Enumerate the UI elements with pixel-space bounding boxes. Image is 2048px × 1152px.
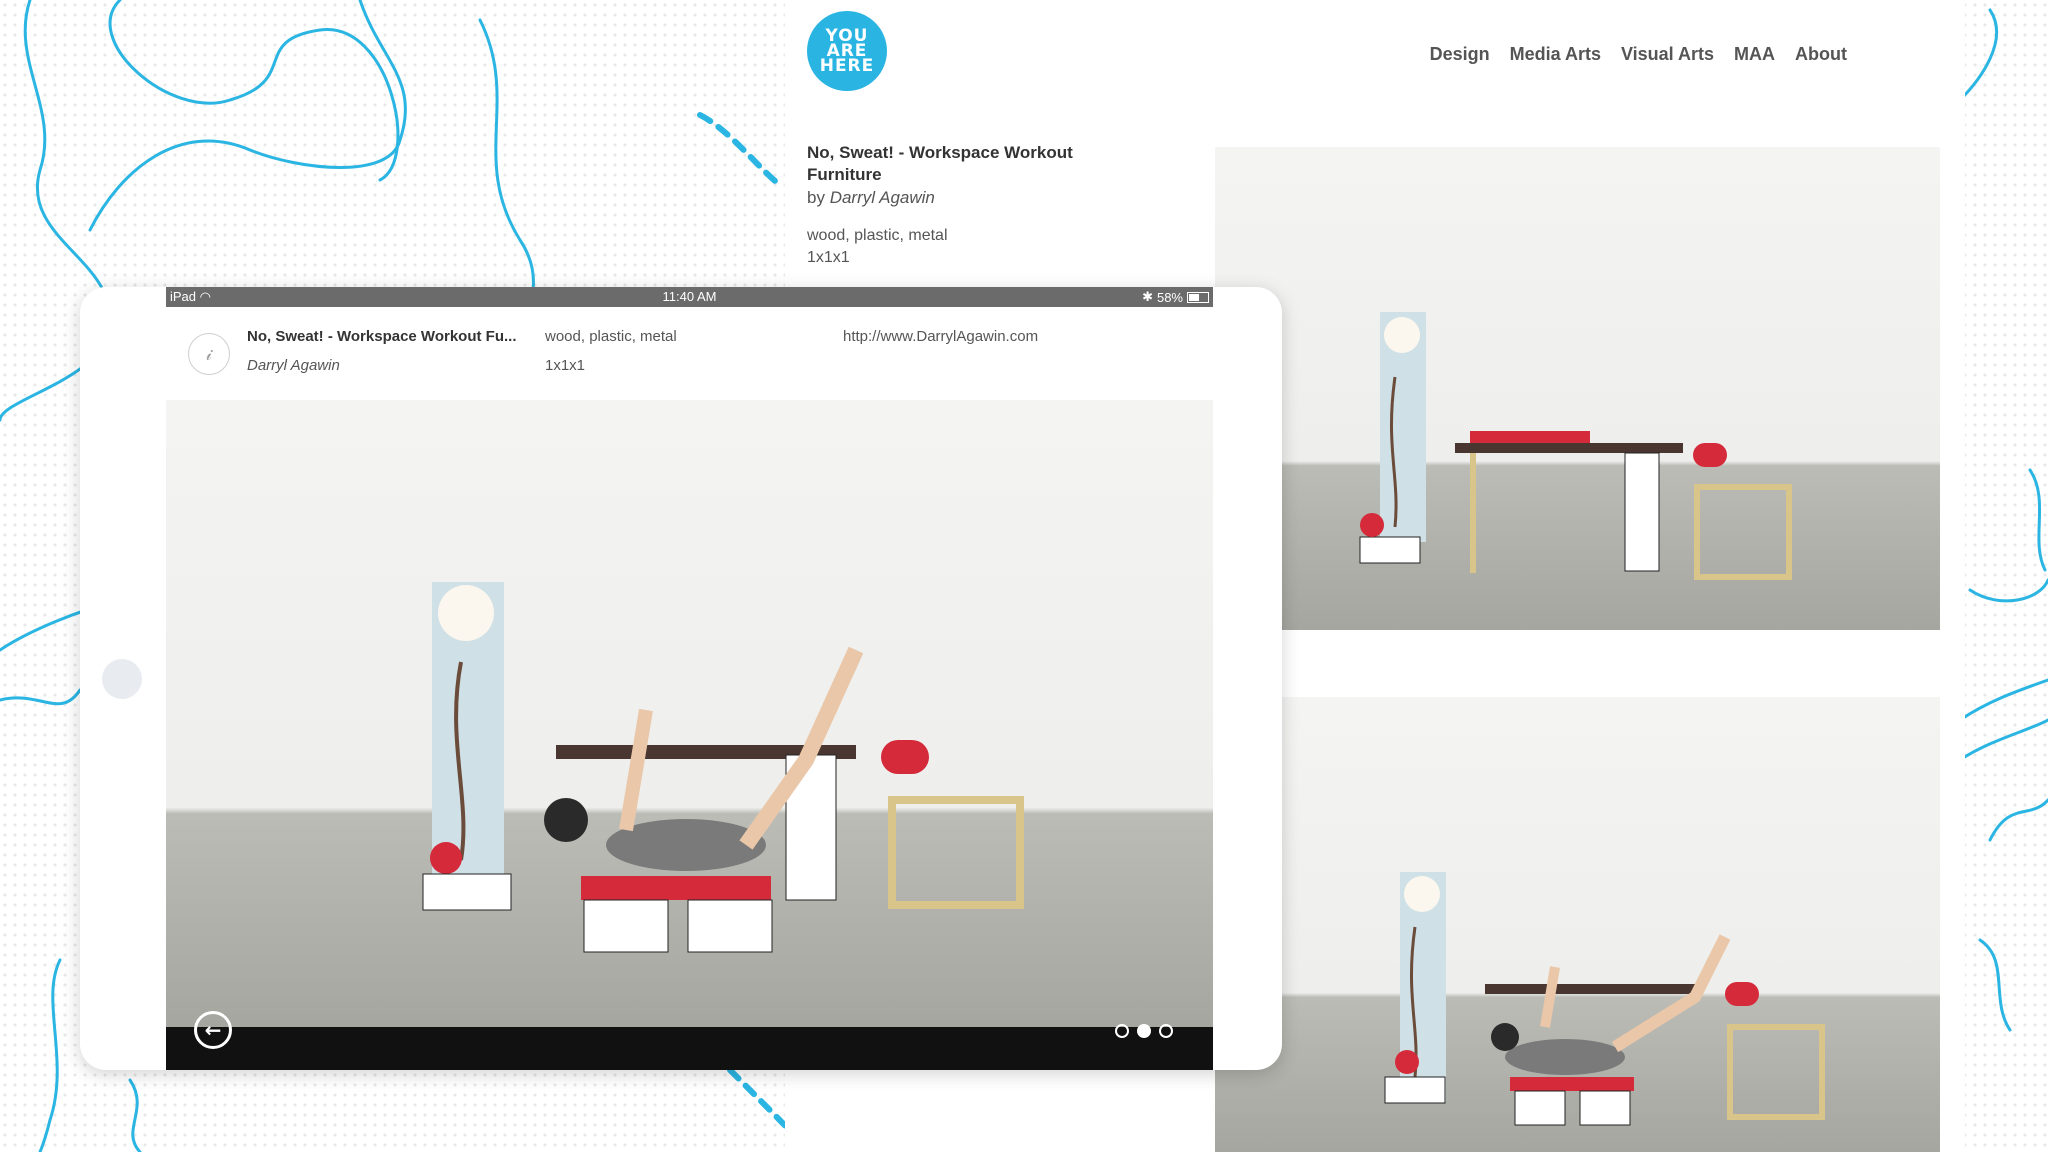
ios-status-bar: iPad ◠ 11:40 AM ✱ 58% <box>166 287 1213 307</box>
site-logo[interactable]: YOU ARE HERE <box>807 11 887 91</box>
logo-line-3: HERE <box>819 55 875 76</box>
artwork-photo-2[interactable] <box>1215 697 1940 1152</box>
ipad-artist-name: Darryl Agawin <box>247 357 340 374</box>
by-prefix: by <box>807 188 825 207</box>
site-header: YOU ARE HERE Design Media Arts Visual Ar… <box>785 0 1965 105</box>
page-dot-2[interactable] <box>1137 1024 1151 1038</box>
page-dot-1[interactable] <box>1115 1024 1129 1038</box>
artist-website-link[interactable]: http://www.DarrylAgawin.com <box>843 328 1038 345</box>
furniture-photo-illustration <box>1359 312 1792 580</box>
artwork-byline: by Darryl Agawin <box>807 187 1127 209</box>
nav-design[interactable]: Design <box>1430 44 1490 65</box>
ipad-home-button[interactable] <box>102 659 142 699</box>
workout-photo-illustration <box>1384 872 1825 1126</box>
artwork-size: 1x1x1 <box>807 249 850 266</box>
ipad-artwork-photo[interactable] <box>166 400 1213 1027</box>
artwork-details: No, Sweat! - Workspace Workout Furniture… <box>807 142 1127 269</box>
battery-icon <box>1187 291 1209 303</box>
ipad-artwork-title: No, Sweat! - Workspace Workout Fu... <box>247 328 517 345</box>
artist-name: Darryl Agawin <box>829 188 935 207</box>
ipad-device: iPad ◠ 11:40 AM ✱ 58% 𝒾 No, Sweat! - Wor… <box>80 287 1282 1070</box>
bluetooth-icon: ✱ <box>1142 289 1153 304</box>
back-arrow-icon[interactable]: ← <box>194 1011 232 1049</box>
main-nav: Design Media Arts Visual Arts MAA About <box>1430 44 1847 65</box>
artwork-photo-1[interactable] <box>1215 147 1940 630</box>
ipad-artwork-material: wood, plastic, metal <box>545 328 677 345</box>
artwork-icon[interactable]: 𝒾 <box>188 333 230 375</box>
status-time: 11:40 AM <box>662 289 717 304</box>
workout-main-illustration <box>422 582 1024 953</box>
artwork-info-bar: 𝒾 No, Sweat! - Workspace Workout Fu... D… <box>166 307 1213 387</box>
nav-visual-arts[interactable]: Visual Arts <box>1621 44 1714 65</box>
nav-about[interactable]: About <box>1795 44 1847 65</box>
ipad-bottom-bar: ← <box>166 1011 1213 1070</box>
artwork-material: wood, plastic, metal <box>807 227 948 244</box>
page-indicator <box>1115 1024 1173 1038</box>
nav-media-arts[interactable]: Media Arts <box>1510 44 1601 65</box>
nav-maa[interactable]: MAA <box>1734 44 1775 65</box>
status-right: ✱ 58% <box>1142 289 1209 305</box>
artwork-title: No, Sweat! - Workspace Workout Furniture <box>807 143 1073 184</box>
battery-percent: 58% <box>1156 289 1183 305</box>
page-dot-3[interactable] <box>1159 1024 1173 1038</box>
ipad-artwork-size: 1x1x1 <box>545 357 586 374</box>
ipad-screen: iPad ◠ 11:40 AM ✱ 58% 𝒾 No, Sweat! - Wor… <box>166 287 1213 1070</box>
